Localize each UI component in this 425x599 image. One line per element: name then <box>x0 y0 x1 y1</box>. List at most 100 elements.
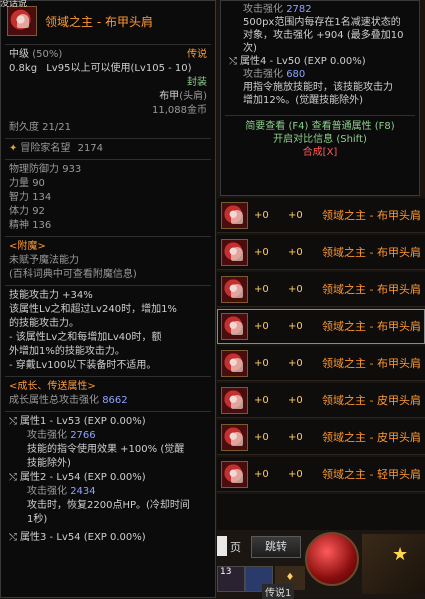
durability: 耐久度 21/21 <box>9 122 71 133</box>
list-item[interactable]: +0 +0 领域之主 - 皮甲头肩 <box>217 383 425 418</box>
slot-number: 13 <box>220 567 232 577</box>
fame-value: 2174 <box>77 143 104 154</box>
hotkey-hint-f4-f8: 简要查看 (F4) 查看普通属性 (F8) <box>245 121 395 132</box>
enchant-line: 未赋予魔法能力 <box>9 255 79 266</box>
grade: 中级 <box>9 49 29 60</box>
reinforce-level: +0 <box>254 357 269 369</box>
quick-slot[interactable]: 13 <box>217 566 245 592</box>
skill-star-icon: ★ <box>392 544 409 565</box>
shoulder-armor-icon <box>221 238 248 266</box>
growth-total-row: 成长属性总攻击强化 8662 <box>9 395 128 406</box>
shoulder-armor-icon <box>221 460 248 488</box>
attr3-label: ⤭ 属性3 - Lv54 (EXP 0.00%) <box>9 532 146 543</box>
attr4-label: ⤭ 属性4 - Lv50 (EXP 0.00%) <box>229 56 366 67</box>
amplify-level: +0 <box>288 320 303 332</box>
corner-text: 没话说 <box>0 0 28 9</box>
attr1-label: ⤭ 属性1 - Lv53 (EXP 0.00%) <box>9 416 146 427</box>
sealed-row: 封装 <box>1 76 215 90</box>
chat-channel-label[interactable]: 传说1 <box>262 584 295 599</box>
shoulder-armor-icon <box>221 349 248 377</box>
amplify-level: +0 <box>288 283 303 295</box>
page-label: 页 <box>230 541 241 554</box>
desc1-line: 次) <box>243 43 257 54</box>
reinforce-level: +0 <box>254 394 269 406</box>
desc2-line: 用指令施放技能时，该技能攻击力 <box>243 82 393 93</box>
desc1-line: 对象，攻击强化 +904 (最多叠加10 <box>243 30 404 41</box>
stat-row: 力量 90 <box>9 178 45 189</box>
item-name: 领域之主 - 布甲头肩 <box>322 357 421 370</box>
enchant-header: <附魔> <box>9 241 46 252</box>
page-input[interactable] <box>217 536 227 556</box>
list-empty-area <box>217 494 425 530</box>
enchant-line: (百科词典中可查看附魔信息) <box>9 269 137 280</box>
list-item-selected[interactable]: +0 +0 领域之主 - 布甲头肩 <box>217 309 425 344</box>
jump-button[interactable]: 跳转 <box>251 536 301 558</box>
shoulder-armor-icon <box>221 312 248 340</box>
item-slot: (头肩) <box>179 91 207 102</box>
desc1-line: 500px范围内每存在1名减速状态的 <box>243 17 401 28</box>
item-name: 领域之主 - 皮甲头肩 <box>322 394 421 407</box>
reinforce-level: +0 <box>254 209 269 221</box>
list-item[interactable]: +0 +0 领域之主 - 轻甲头肩 <box>217 457 425 492</box>
reinforce-level: +0 <box>254 320 269 332</box>
shoulder-armor-icon <box>221 275 248 303</box>
atk-row: 攻击强化 2782 <box>243 4 312 15</box>
shuffle-icon: ⤭ <box>229 56 237 67</box>
attr2-label: ⤭ 属性2 - Lv54 (EXP 0.00%) <box>9 472 146 483</box>
reinforce-level: +0 <box>254 431 269 443</box>
reinforce-level: +0 <box>254 246 269 258</box>
item-name: 领域之主 - 布甲头肩 <box>322 246 421 259</box>
hotkey-hint-shift: 开启对比信息 (Shift) <box>273 134 367 145</box>
shoulder-armor-icon <box>221 201 248 229</box>
item-title: 领域之主 - 布甲头肩 <box>45 14 153 29</box>
hotkey-hint-synthesize: 合成[X] <box>302 147 338 158</box>
desc2-line: 增加12%。(觉醒技能除外) <box>243 95 364 106</box>
shoulder-armor-icon <box>221 386 248 414</box>
reinforce-level: +0 <box>254 283 269 295</box>
item-name: 领域之主 - 皮甲头肩 <box>322 431 421 444</box>
weight: 0.8kg <box>9 63 38 74</box>
attr4-atk: 攻击强化 680 <box>243 69 306 80</box>
game-hud-panel: ★ <box>362 534 425 594</box>
amplify-level: +0 <box>288 209 303 221</box>
list-item[interactable]: +0 +0 领域之主 - 布甲头肩 <box>217 235 425 270</box>
item-name: 领域之主 - 轻甲头肩 <box>322 468 421 481</box>
attr1-atk: 攻击强化 2766 <box>27 430 96 441</box>
list-item[interactable]: +0 +0 领域之主 - 布甲头肩 <box>217 272 425 307</box>
adventure-fame-row: ✦ 冒险家名望 2174 <box>1 142 215 156</box>
attr1-desc: 技能除外) <box>27 458 71 469</box>
amplify-level: +0 <box>288 246 303 258</box>
attr1-desc: 技能的指令使用效果 +100% (觉醒 <box>27 444 185 455</box>
list-item[interactable]: +0 +0 领域之主 - 布甲头肩 <box>217 198 425 233</box>
stat-row: 智力 134 <box>9 192 52 203</box>
fame-star-icon: ✦ <box>9 143 18 154</box>
stat-row: 体力 92 <box>9 206 45 217</box>
list-item[interactable]: +0 +0 领域之主 - 布甲头肩 <box>217 346 425 381</box>
tooltip-header: 领域之主 - 布甲头肩 <box>1 1 215 41</box>
shoulder-armor-icon <box>221 423 248 451</box>
level-requirement: Lv95以上可以使用(Lv105 - 10) <box>46 63 192 74</box>
grade-pct: (50%) <box>32 49 63 60</box>
skill-description: 技能攻击力 +34% 该属性Lv之和超过Lv240时，增加1% 的技能攻击力。 … <box>9 290 177 371</box>
amplify-level: +0 <box>288 468 303 480</box>
attr2-desc: 攻击时，恢复2200点HP。(冷却时间 <box>27 500 190 511</box>
item-tooltip-compare: 攻击强化 2782 500px范围内每存在1名减速状态的 对象，攻击强化 +90… <box>220 0 420 196</box>
amplify-level: +0 <box>288 394 303 406</box>
sealed-label: 封装 <box>187 77 207 88</box>
item-name: 领域之主 - 布甲头肩 <box>322 320 421 333</box>
amplify-level: +0 <box>288 431 303 443</box>
grade-row: 中级 (50%) 传说 <box>1 48 215 62</box>
item-tooltip-main: 领域之主 - 布甲头肩 中级 (50%) 传说 0.8kg Lv95以上可以使用… <box>0 0 216 598</box>
shuffle-icon: ⤭ <box>9 416 17 427</box>
fame-label: 冒险家名望 <box>20 143 71 154</box>
stat-row: 物理防御力 933 <box>9 164 82 175</box>
shoulder-armor-icon <box>7 6 37 36</box>
list-item[interactable]: +0 +0 领域之主 - 皮甲头肩 <box>217 420 425 455</box>
shuffle-icon: ⤭ <box>9 532 17 543</box>
price: 11,088金币 <box>152 105 207 116</box>
type-row: 布甲(头肩) <box>1 90 215 104</box>
level-row: 0.8kg Lv95以上可以使用(Lv105 - 10) <box>1 62 215 76</box>
stat-row: 精神 136 <box>9 220 52 231</box>
stats-list: 物理防御力 933 力量 90 智力 134 体力 92 精神 136 <box>1 163 215 233</box>
bottom-bar: 页 跳转 ★ 13 ♦ 传说1 <box>217 530 425 599</box>
